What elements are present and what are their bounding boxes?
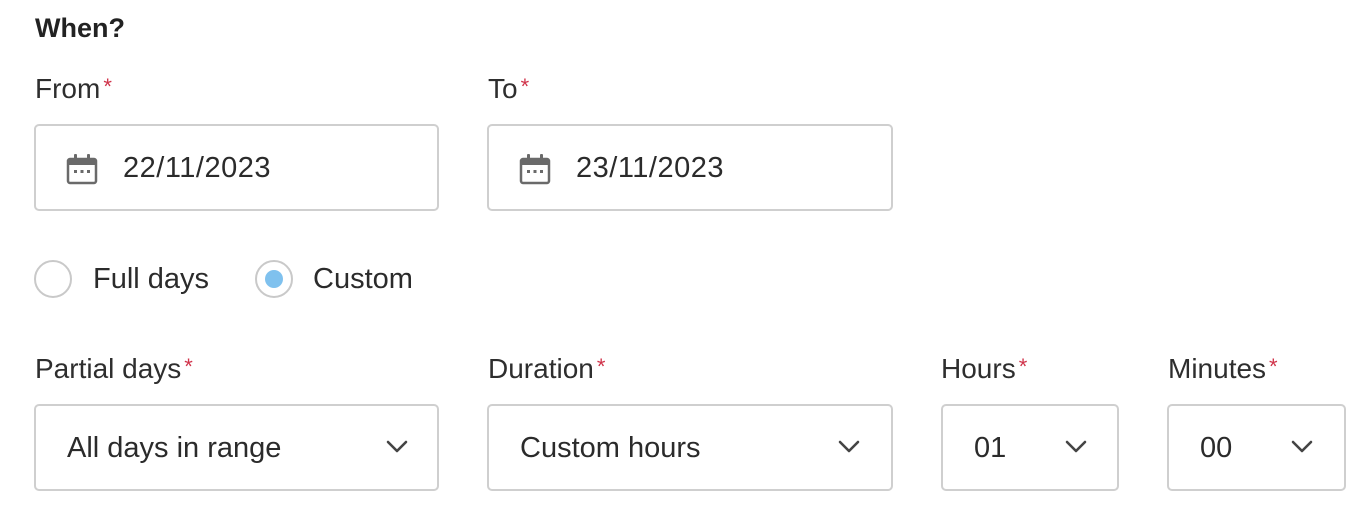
minutes-label: Minutes * <box>1168 351 1278 387</box>
to-date-field[interactable]: 23/11/2023 <box>487 124 893 211</box>
required-marker: * <box>1018 354 1028 379</box>
chevron-down-icon <box>386 440 408 453</box>
duration-label: Duration * <box>488 351 605 387</box>
partial-days-value: All days in range <box>67 432 282 464</box>
minutes-label-text: Minutes <box>1168 353 1267 384</box>
duration-select[interactable]: Custom hours <box>487 404 893 491</box>
from-date-field[interactable]: 22/11/2023 <box>34 124 439 211</box>
required-marker: * <box>596 354 606 379</box>
duration-label-text: Duration <box>488 353 594 384</box>
to-label: To * <box>488 71 529 107</box>
duration-value: Custom hours <box>520 432 701 464</box>
from-label-text: From <box>35 73 101 104</box>
hours-select[interactable]: 01 <box>941 404 1119 491</box>
minutes-select[interactable]: 00 <box>1167 404 1346 491</box>
required-marker: * <box>103 74 112 99</box>
required-marker: * <box>520 74 530 99</box>
partial-days-select[interactable]: All days in range <box>34 404 439 491</box>
partial-days-label: Partial days * <box>35 351 193 387</box>
hours-value: 01 <box>974 432 1007 464</box>
minutes-value: 00 <box>1200 432 1233 464</box>
to-date-value: 23/11/2023 <box>576 152 724 184</box>
from-label: From * <box>35 71 112 107</box>
chevron-down-icon <box>1065 440 1087 453</box>
chevron-down-icon <box>838 440 860 453</box>
hours-label: Hours * <box>941 351 1027 387</box>
chevron-down-icon <box>1291 440 1313 453</box>
custom-radio[interactable] <box>255 260 293 298</box>
calendar-icon <box>66 154 98 185</box>
required-marker: * <box>184 354 193 379</box>
partial-days-label-text: Partial days <box>35 353 182 384</box>
section-title: When? <box>35 13 125 43</box>
hours-label-text: Hours <box>941 353 1016 384</box>
calendar-icon <box>519 154 551 185</box>
radio-selected-dot <box>265 270 283 288</box>
from-date-value: 22/11/2023 <box>123 152 271 184</box>
full-days-label[interactable]: Full days <box>93 260 209 298</box>
full-days-radio[interactable] <box>34 260 72 298</box>
custom-label[interactable]: Custom <box>313 260 413 298</box>
required-marker: * <box>1269 354 1278 379</box>
to-label-text: To <box>488 73 518 104</box>
